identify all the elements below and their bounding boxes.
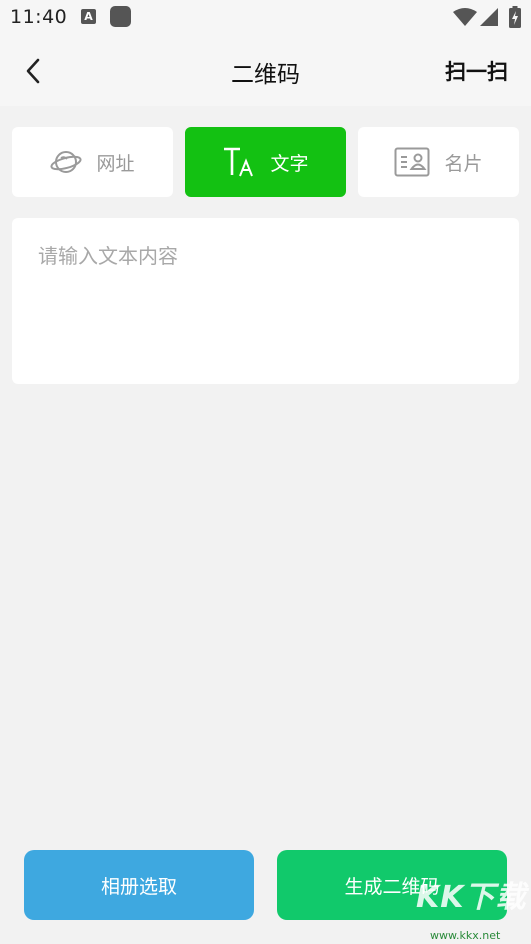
tab-url[interactable]: 网址 [12, 127, 173, 197]
text-content-input[interactable] [12, 218, 519, 384]
tab-text[interactable]: 文字 [185, 127, 346, 197]
qr-type-tabs: 网址 文字 名片 [12, 127, 519, 197]
album-select-button[interactable]: 相册选取 [24, 850, 254, 920]
app-notification-icon: A [81, 9, 96, 24]
generate-qr-button[interactable]: 生成二维码 [277, 850, 507, 920]
signal-icon [480, 8, 498, 26]
app-notification-square-icon [110, 6, 131, 27]
tab-url-label: 网址 [96, 152, 135, 175]
tab-card-label: 名片 [444, 152, 483, 175]
tab-card[interactable]: 名片 [358, 127, 519, 197]
scan-button[interactable]: 扫一扫 [445, 56, 508, 86]
planet-icon [50, 151, 83, 173]
tab-text-label: 文字 [270, 152, 309, 175]
text-size-icon [224, 147, 254, 177]
battery-charging-icon [509, 6, 521, 28]
header-bar: 二维码 扫一扫 [0, 36, 531, 106]
status-time: 11:40 [10, 6, 68, 28]
status-bar: 11:40 A [0, 0, 531, 36]
watermark-url: www.kkx.net [430, 929, 501, 942]
wifi-icon [453, 8, 477, 26]
text-input-card [12, 218, 519, 384]
contact-card-icon [394, 147, 430, 177]
